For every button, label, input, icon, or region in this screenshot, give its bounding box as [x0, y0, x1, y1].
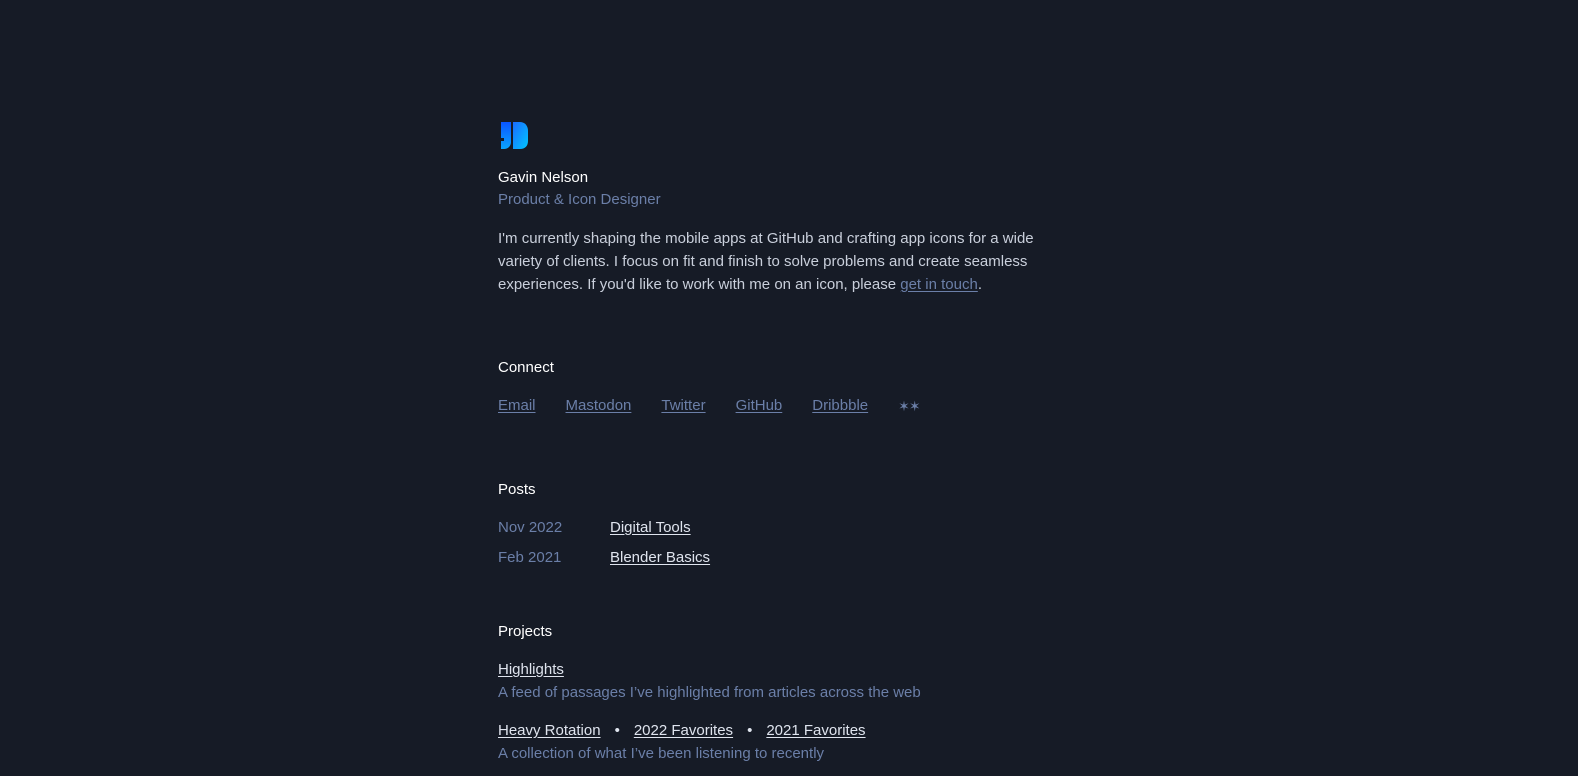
profile-name: Gavin Nelson [498, 169, 589, 186]
bullet-separator: • [747, 722, 753, 739]
sparkle-icon[interactable]: ✶✶ [898, 395, 920, 417]
post-title-link[interactable]: Digital Tools [610, 517, 691, 539]
favorites-2022-link[interactable]: 2022 Favorites [634, 722, 733, 739]
project-description: A collection of what I’ve been listening… [498, 745, 825, 762]
heavy-rotation-link[interactable]: Heavy Rotation [498, 722, 601, 739]
page: Gavin Nelson Product & Icon Designer I'm… [0, 0, 1578, 776]
project-description: A feed of passages I’ve highlighted from… [498, 684, 921, 701]
github-link[interactable]: GitHub [736, 395, 783, 417]
email-link[interactable]: Email [498, 395, 536, 417]
favorites-2021-link[interactable]: 2021 Favorites [766, 722, 865, 739]
project-links: Highlights [498, 659, 1058, 681]
projects-title: Projects [498, 623, 553, 640]
project-links: Heavy Rotation • 2022 Favorites • 2021 Favor… [498, 720, 1058, 742]
bullet-separator: • [614, 722, 620, 739]
gn-monogram-logo [501, 122, 528, 149]
main-content: Gavin Nelson Product & Icon Designer I'm… [498, 121, 1058, 765]
post-row: Nov 2022 Digital Tools [498, 517, 1058, 539]
profile-bio: I'm currently shaping the mobile apps at… [498, 227, 1058, 296]
dribbble-link[interactable]: Dribbble [812, 395, 868, 417]
post-list: Nov 2022 Digital Tools Feb 2021 Blender … [498, 517, 1058, 569]
connect-title: Connect [498, 359, 554, 376]
projects-section: Projects Highlights A feed of passages I… [498, 621, 1058, 765]
posts-title: Posts [498, 481, 536, 498]
connect-section: Connect Email Mastodon Twitter GitHub Dr… [498, 357, 1058, 417]
mastodon-link[interactable]: Mastodon [566, 395, 632, 417]
twitter-link[interactable]: Twitter [661, 395, 705, 417]
project-item: Heavy Rotation • 2022 Favorites • 2021 Favor… [498, 720, 1058, 765]
post-row: Feb 2021 Blender Basics [498, 547, 1058, 569]
get-in-touch-link[interactable]: get in touch [900, 276, 978, 293]
highlights-link[interactable]: Highlights [498, 661, 564, 678]
post-title-link[interactable]: Blender Basics [610, 547, 710, 569]
posts-section: Posts Nov 2022 Digital Tools Feb 2021 Bl… [498, 479, 1058, 569]
profile-role: Product & Icon Designer [498, 191, 661, 208]
connect-links: Email Mastodon Twitter GitHub Dribbble ✶… [498, 395, 1058, 417]
post-date: Nov 2022 [498, 519, 563, 536]
bio-end: . [977, 276, 982, 293]
project-item: Highlights A feed of passages I’ve highl… [498, 659, 1058, 704]
post-date: Feb 2021 [498, 549, 562, 566]
